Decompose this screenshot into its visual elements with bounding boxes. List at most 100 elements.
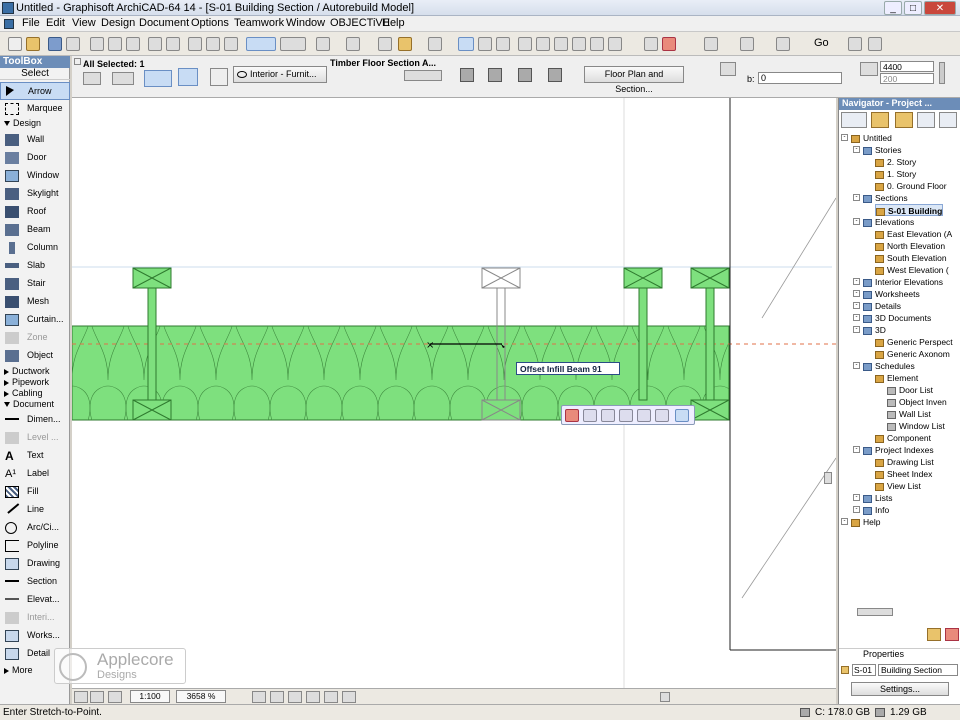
menu-help[interactable]: Help — [382, 17, 405, 29]
tool-elevation[interactable]: Elevat... — [0, 591, 70, 609]
tool-line[interactable]: Line — [0, 500, 70, 519]
tool-section[interactable]: Section — [0, 573, 70, 591]
elevate-icon[interactable] — [637, 409, 651, 422]
expand-toggle-icon[interactable]: - — [853, 506, 860, 513]
rectangle-tool-icon[interactable] — [112, 72, 134, 85]
menu-edit[interactable]: Edit — [46, 17, 65, 29]
expand-toggle-icon[interactable]: - — [853, 314, 860, 321]
new-folder-icon[interactable] — [927, 628, 941, 641]
property-name[interactable]: Building Section — [878, 664, 958, 676]
cut-icon[interactable] — [90, 37, 104, 51]
tool-beam[interactable]: Beam — [0, 221, 70, 239]
nav-item[interactable]: 0. Ground Floor — [875, 180, 947, 192]
expand-toggle-icon[interactable]: - — [853, 146, 860, 153]
nav-item[interactable]: Component — [875, 432, 931, 444]
move-node-icon[interactable] — [583, 409, 597, 422]
nav-item[interactable]: Drawing List — [875, 456, 934, 468]
close-button[interactable]: ✕ — [924, 1, 956, 15]
copy-icon[interactable] — [108, 37, 122, 51]
paste-icon[interactable] — [126, 37, 140, 51]
tool-dimension[interactable]: Dimen... — [0, 411, 70, 429]
tool-skylight[interactable]: Skylight — [0, 185, 70, 203]
tool-arc-circle[interactable]: Arc/Ci... — [0, 519, 70, 537]
expand-toggle-icon[interactable]: - — [853, 278, 860, 285]
object-section-icon[interactable] — [548, 68, 562, 82]
display-options-icon[interactable] — [740, 37, 754, 51]
tool-slab[interactable]: Slab — [0, 257, 70, 275]
expand-toggle-icon[interactable]: - — [853, 494, 860, 501]
expand-toggle-icon[interactable]: - — [853, 218, 860, 225]
lock-icon[interactable] — [662, 37, 676, 51]
drag-icon[interactable] — [565, 409, 579, 422]
delete-icon[interactable] — [945, 628, 959, 641]
fit-window-icon[interactable] — [306, 691, 320, 703]
object-browse-icon[interactable] — [404, 70, 442, 81]
expand-toggle-icon[interactable]: - — [853, 326, 860, 333]
floor-plan-section-button[interactable]: Floor Plan and Section... — [584, 66, 684, 94]
tool-fill[interactable]: Fill — [0, 483, 70, 501]
mirror-icon[interactable] — [210, 68, 228, 86]
expand-toggle-icon[interactable]: - — [853, 446, 860, 453]
layout-book-icon[interactable] — [895, 112, 913, 128]
resize-icon[interactable] — [675, 409, 689, 422]
navigator-preview-icon[interactable] — [74, 691, 88, 703]
vertical-scroll-thumb[interactable] — [824, 472, 832, 484]
nav-item[interactable]: Object Inven — [887, 396, 947, 408]
navigate-icon[interactable] — [848, 37, 862, 51]
adjust-icon[interactable] — [554, 37, 568, 51]
nav-item[interactable]: Window List — [887, 420, 945, 432]
object-preview-icon[interactable] — [488, 68, 502, 82]
expand-toggle-icon[interactable]: - — [841, 518, 848, 525]
nav-item[interactable]: Wall List — [887, 408, 931, 420]
publisher-icon[interactable] — [917, 112, 935, 128]
nav-item[interactable]: 1. Story — [875, 168, 916, 180]
nav-item[interactable]: - Stories — [853, 144, 901, 156]
pick-up-icon[interactable] — [188, 37, 202, 51]
nav-item[interactable]: - Help — [841, 516, 880, 528]
stretch-icon[interactable] — [655, 409, 669, 422]
selection-icon[interactable] — [478, 37, 492, 51]
organizer-icon[interactable] — [939, 112, 957, 128]
pan-icon[interactable] — [288, 691, 302, 703]
mirror-icon[interactable] — [619, 409, 633, 422]
tool-marquee[interactable]: Marquee — [0, 100, 70, 118]
menu-window[interactable]: Window — [286, 17, 325, 29]
undo-icon[interactable] — [148, 37, 162, 51]
nav-item[interactable]: - 3D — [853, 324, 886, 336]
print-icon[interactable] — [66, 37, 80, 51]
expand-toggle-icon[interactable]: - — [853, 362, 860, 369]
go-menu[interactable]: Go — [814, 37, 829, 49]
nav-item[interactable]: View List — [875, 480, 921, 492]
trace-icon[interactable] — [458, 37, 474, 51]
inject-icon[interactable] — [206, 37, 220, 51]
settings-button[interactable]: Settings... — [851, 682, 949, 696]
walk-icon[interactable] — [868, 37, 882, 51]
redo-icon[interactable] — [166, 37, 180, 51]
menu-view[interactable]: View — [72, 17, 96, 29]
snap-guides-icon[interactable] — [280, 37, 306, 51]
tool-polyline[interactable]: Polyline — [0, 537, 70, 555]
dimension-b-field[interactable]: 200 — [880, 73, 934, 84]
group-document[interactable]: Document — [0, 399, 70, 411]
scale-field[interactable]: 1:100 — [130, 690, 170, 703]
polygon-tool-icon[interactable] — [83, 72, 101, 85]
expand-toggle-icon[interactable]: - — [853, 290, 860, 297]
view-icon[interactable] — [704, 37, 718, 51]
project-map-icon[interactable] — [841, 112, 867, 128]
nav-item[interactable]: Sheet Index — [875, 468, 932, 480]
nav-item[interactable]: North Elevation — [875, 240, 945, 252]
pen-icon[interactable] — [720, 62, 736, 76]
b-value-field[interactable]: 0 — [758, 72, 842, 84]
menu-file[interactable]: File — [22, 17, 40, 29]
tool-arrow[interactable]: Arrow — [0, 82, 70, 100]
tool-wall[interactable]: Wall — [0, 131, 70, 149]
layer-selector[interactable]: Interior - Furnit... — [233, 66, 327, 83]
intersect-icon[interactable] — [572, 37, 586, 51]
property-id[interactable]: S-01 — [852, 664, 876, 676]
group-icon[interactable] — [644, 37, 658, 51]
nav-item[interactable]: - Worksheets — [853, 288, 920, 300]
section-drawing[interactable]: × — [72, 98, 836, 688]
expand-toggle-icon[interactable]: - — [841, 134, 848, 141]
tool-curtain-wall[interactable]: Curtain... — [0, 311, 70, 329]
tool-object[interactable]: Object — [0, 347, 70, 365]
